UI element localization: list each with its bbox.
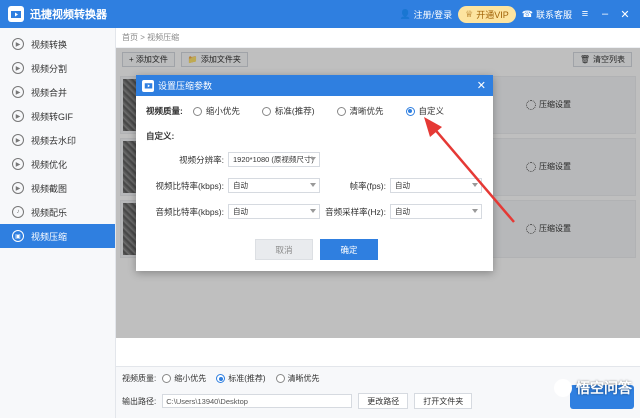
custom-section-title: 自定义:	[146, 131, 175, 141]
bottom-quality-option-standard[interactable]: 标准(推荐)	[216, 373, 266, 384]
dialog-quality-option-custom[interactable]: 自定义	[405, 105, 444, 117]
login-link[interactable]: 👤 注册/登录	[399, 8, 452, 21]
wukong-logo-icon	[554, 379, 572, 397]
support-link[interactable]: ☎ 联系客服	[522, 8, 572, 21]
sidebar-item-music[interactable]: ♪ 视频配乐	[0, 200, 115, 224]
dialog-quality-option-small[interactable]: 缩小优先	[192, 105, 240, 117]
audio-bitrate-label: 音频比特率(kbps):	[155, 206, 224, 217]
headset-icon: ☎	[521, 8, 533, 19]
video-bitrate-label: 视频比特率(kbps):	[155, 180, 224, 191]
gif-icon: ▶	[12, 110, 24, 122]
audio-samplerate-label: 音频采样率(Hz):	[325, 206, 386, 217]
sidebar-item-split[interactable]: ▶ 视频分割	[0, 56, 115, 80]
change-path-button[interactable]: 更改路径	[358, 393, 409, 409]
watermark: 悟空问答	[554, 378, 632, 398]
resolution-select[interactable]: 1920*1080 (原视频尺寸)	[228, 152, 320, 167]
sidebar-item-optimize[interactable]: ▶ 视频优化	[0, 152, 115, 176]
dialog-quality-row: 视频质量: 缩小优先 标准(推荐) 清晰优先 自定义	[146, 105, 466, 117]
radio-checked-icon	[405, 106, 415, 116]
sidebar-item-watermark[interactable]: ▶ 视频去水印	[0, 128, 115, 152]
sidebar-item-screenshot[interactable]: ▶ 视频截图	[0, 176, 115, 200]
chevron-down-icon	[472, 209, 478, 213]
resolution-field: 视频分辨率: 1920*1080 (原视频尺寸)	[146, 152, 320, 167]
minimize-icon[interactable]: –	[598, 8, 612, 20]
user-icon: 👤	[399, 8, 411, 19]
dialog-quality-option-clear[interactable]: 清晰优先	[336, 105, 384, 117]
open-folder-button[interactable]: 打开文件夹	[414, 393, 473, 409]
fps-select[interactable]: 自动	[390, 178, 482, 193]
radio-icon	[192, 106, 202, 116]
radio-icon	[162, 374, 172, 383]
radio-checked-icon	[216, 374, 226, 383]
app-title: 迅捷视频转换器	[30, 9, 107, 21]
dialog-quality-option-standard[interactable]: 标准(推荐)	[261, 105, 315, 117]
breadcrumb: 首页 > 视频压缩	[116, 28, 640, 48]
video-bitrate-field: 视频比特率(kbps): 自动	[146, 178, 320, 193]
dialog-close-icon[interactable]: ✕	[477, 79, 486, 92]
video-bitrate-select[interactable]: 自动	[228, 178, 320, 193]
bottom-quality-option-clear[interactable]: 清晰优先	[275, 373, 320, 384]
compress-icon: ▣	[12, 230, 24, 242]
audio-samplerate-field: 音频采样率(Hz): 自动	[316, 204, 482, 219]
radio-icon	[261, 106, 271, 116]
app-logo-icon	[8, 6, 24, 22]
video-convert-icon: ▶	[12, 38, 24, 50]
sidebar: ▶ 视频转换 ▶ 视频分割 ▶ 视频合并 ▶ 视频转GIF ▶ 视频去水印 ▶ 视频优化 ▶…	[0, 28, 116, 418]
cancel-button[interactable]: 取消	[255, 239, 313, 260]
dialog-header: 设置压缩参数 ✕	[136, 75, 493, 96]
radio-icon	[336, 106, 346, 116]
menu-icon[interactable]: ≡	[578, 8, 592, 20]
chevron-down-icon	[472, 183, 478, 187]
close-window-icon[interactable]: ✕	[618, 8, 632, 21]
fps-field: 帧率(fps): 自动	[316, 178, 482, 193]
music-icon: ♪	[12, 206, 24, 218]
output-label: 输出路径:	[122, 396, 157, 406]
video-split-icon: ▶	[12, 62, 24, 74]
sidebar-item-gif[interactable]: ▶ 视频转GIF	[0, 104, 115, 128]
video-merge-icon: ▶	[12, 86, 24, 98]
compress-settings-dialog: 设置压缩参数 ✕ 视频质量: 缩小优先 标准(推荐) 清晰优先 自定义 自定义:…	[136, 75, 493, 271]
resolution-label: 视频分辨率:	[179, 154, 224, 165]
title-bar: 迅捷视频转换器 👤 注册/登录 ♕ 开通VIP ☎ 联系客服 ≡ – ✕	[0, 0, 640, 28]
optimize-icon: ▶	[12, 158, 24, 170]
quality-label: 视频质量:	[122, 374, 157, 383]
sidebar-item-convert[interactable]: ▶ 视频转换	[0, 32, 115, 56]
ok-button[interactable]: 确定	[320, 239, 378, 260]
screenshot-icon: ▶	[12, 182, 24, 194]
bottom-quality-option-small[interactable]: 缩小优先	[162, 373, 206, 384]
audio-bitrate-select[interactable]: 自动	[228, 204, 320, 219]
chevron-down-icon	[310, 157, 316, 161]
vip-button[interactable]: ♕ 开通VIP	[458, 5, 516, 23]
fps-label: 帧率(fps):	[349, 180, 386, 191]
dialog-logo-icon	[142, 79, 154, 92]
radio-icon	[275, 374, 285, 383]
watermark-remove-icon: ▶	[12, 134, 24, 146]
sidebar-item-compress[interactable]: ▣ 视频压缩	[0, 224, 115, 248]
sidebar-item-merge[interactable]: ▶ 视频合并	[0, 80, 115, 104]
crown-icon: ♕	[465, 8, 474, 19]
dialog-quality-label: 视频质量:	[146, 106, 183, 116]
output-path-input[interactable]: C:\Users\13940\Desktop	[162, 394, 353, 408]
dialog-title: 设置压缩参数	[158, 81, 213, 91]
audio-samplerate-select[interactable]: 自动	[390, 204, 482, 219]
audio-bitrate-field: 音频比特率(kbps): 自动	[146, 204, 320, 219]
